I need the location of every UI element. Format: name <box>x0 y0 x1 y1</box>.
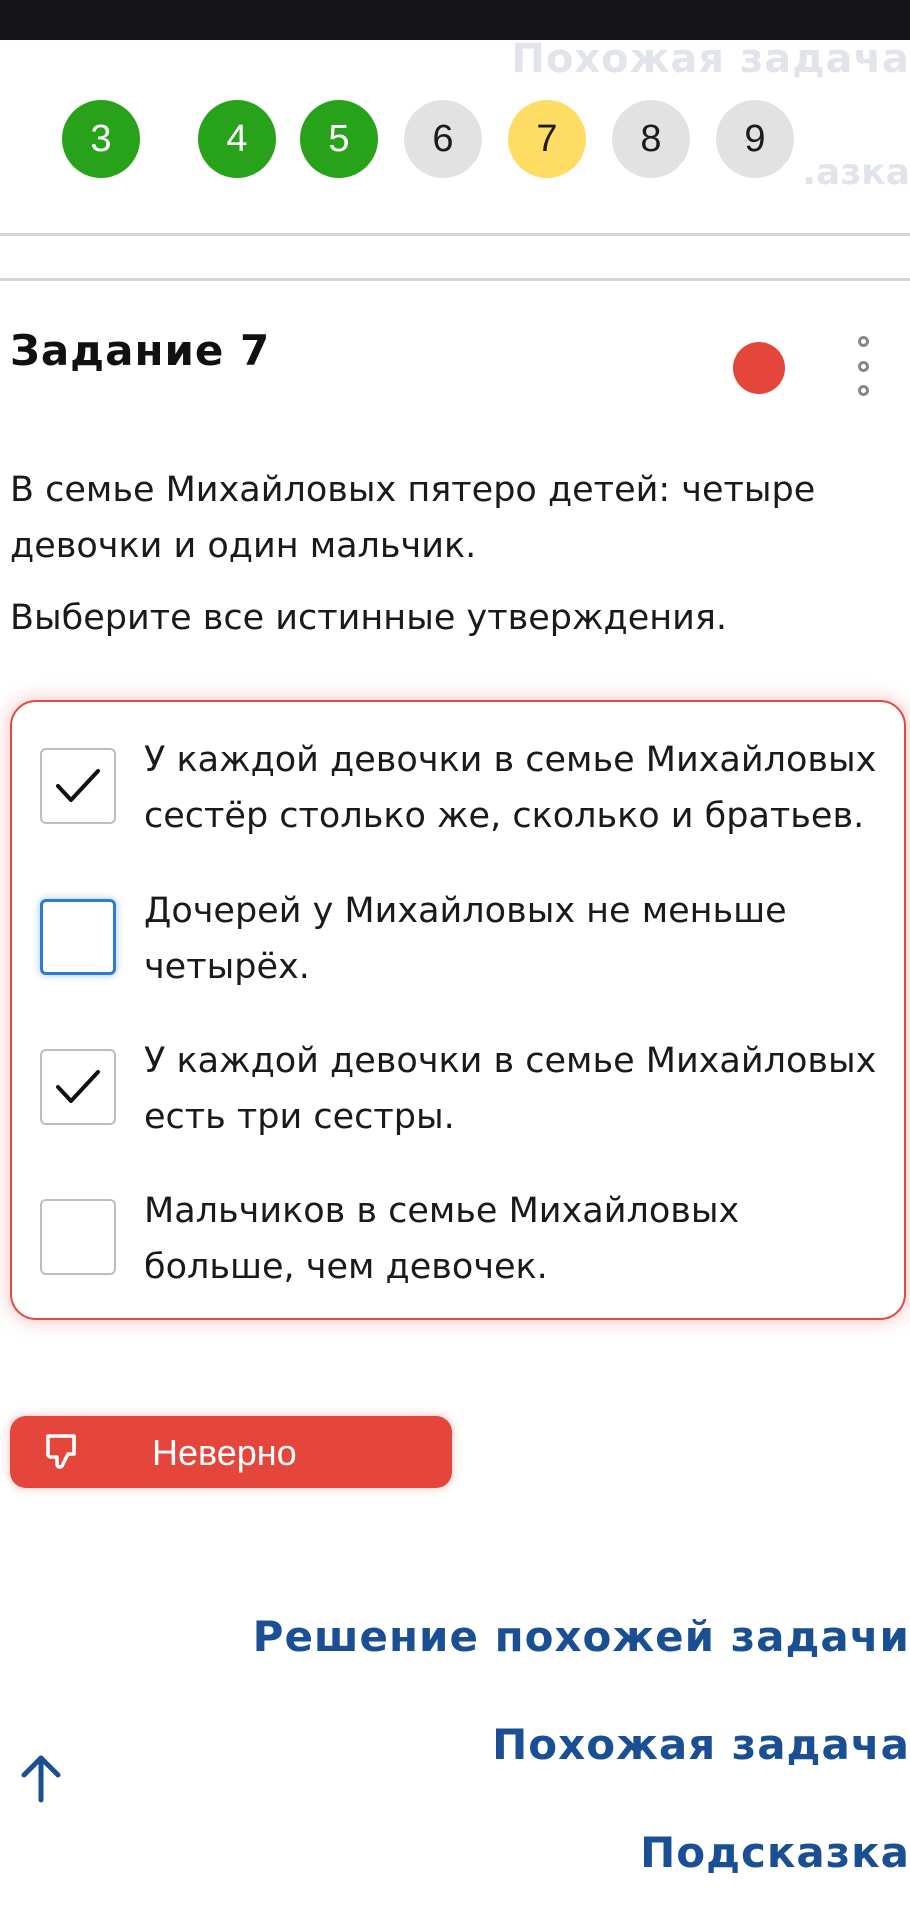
result-label: Неверно <box>152 1432 297 1473</box>
task-title: Задание 7 <box>10 326 271 375</box>
arrow-up-icon[interactable] <box>18 1752 64 1804</box>
checkbox-unchecked-focused[interactable] <box>40 899 116 975</box>
ghost-similar-task-link: Похожая задача <box>511 36 910 82</box>
question-text: В семье Михайловых пятеро детей: четыре … <box>10 470 816 566</box>
similar-task-link[interactable]: Похожая задача <box>492 1720 910 1769</box>
similar-solution-link[interactable]: Решение похожей задачи <box>253 1612 910 1661</box>
task-pager: 3 4 5 6 7 8 9 <box>0 100 910 186</box>
checkmark-icon <box>56 769 100 802</box>
answer-option-3[interactable]: У каждой девочки в семье Михайловых есть… <box>12 1033 908 1163</box>
answer-option-4[interactable]: Мальчиков в семье Михайловых больше, чем… <box>12 1183 908 1313</box>
answer-option-label: Дочерей у Михайловых не меньше четырёх. <box>144 891 787 987</box>
pager-item-label: 3 <box>90 117 112 160</box>
checkmark-icon <box>56 1070 100 1103</box>
pager-item-9[interactable]: 9 <box>716 100 794 178</box>
answer-option-2[interactable]: Дочерей у Михайловых не меньше четырёх. <box>12 883 908 1013</box>
answer-option-label: Мальчиков в семье Михайловых больше, чем… <box>144 1191 740 1287</box>
answer-option-label: У каждой девочки в семье Михайловых есть… <box>144 1041 877 1137</box>
task-status-indicator <box>733 342 785 394</box>
hint-link[interactable]: Подсказка <box>640 1828 910 1877</box>
answer-options: У каждой девочки в семье Михайловых сест… <box>10 700 906 1320</box>
content-divider <box>0 278 910 281</box>
pager-item-3[interactable]: 3 <box>62 100 140 178</box>
pager-item-label: 6 <box>432 117 454 160</box>
thumbs-down-icon <box>46 1434 76 1469</box>
status-bar <box>0 0 910 40</box>
checkbox-unchecked[interactable] <box>40 1199 116 1275</box>
pager-item-label: 4 <box>226 117 248 160</box>
dot-icon <box>857 360 869 372</box>
pager-clip: 3 <box>0 100 140 186</box>
checkbox-checked[interactable] <box>40 748 116 824</box>
dot-icon <box>857 336 869 347</box>
answer-option-1[interactable]: У каждой девочки в семье Михайловых сест… <box>12 732 908 862</box>
pager-item-5[interactable]: 5 <box>300 100 378 178</box>
pager-item-6[interactable]: 6 <box>404 100 482 178</box>
pager-item-7[interactable]: 7 <box>508 100 586 178</box>
pager-item-4[interactable]: 4 <box>198 100 276 178</box>
more-options-icon[interactable] <box>850 336 876 396</box>
pager-item-label: 8 <box>640 117 662 160</box>
instruction-text: Выберите все истинные утверждения. <box>10 598 728 638</box>
result-incorrect-badge[interactable]: Неверно <box>10 1416 452 1488</box>
pager-item-label: 5 <box>328 117 350 160</box>
header-divider <box>0 233 910 236</box>
pager-item-8[interactable]: 8 <box>612 100 690 178</box>
answer-option-label: У каждой девочки в семье Михайловых сест… <box>144 740 877 836</box>
pager-item-label: 9 <box>744 117 766 160</box>
checkbox-checked[interactable] <box>40 1049 116 1125</box>
pager-item-label: 7 <box>536 117 558 160</box>
dot-icon <box>857 385 869 396</box>
